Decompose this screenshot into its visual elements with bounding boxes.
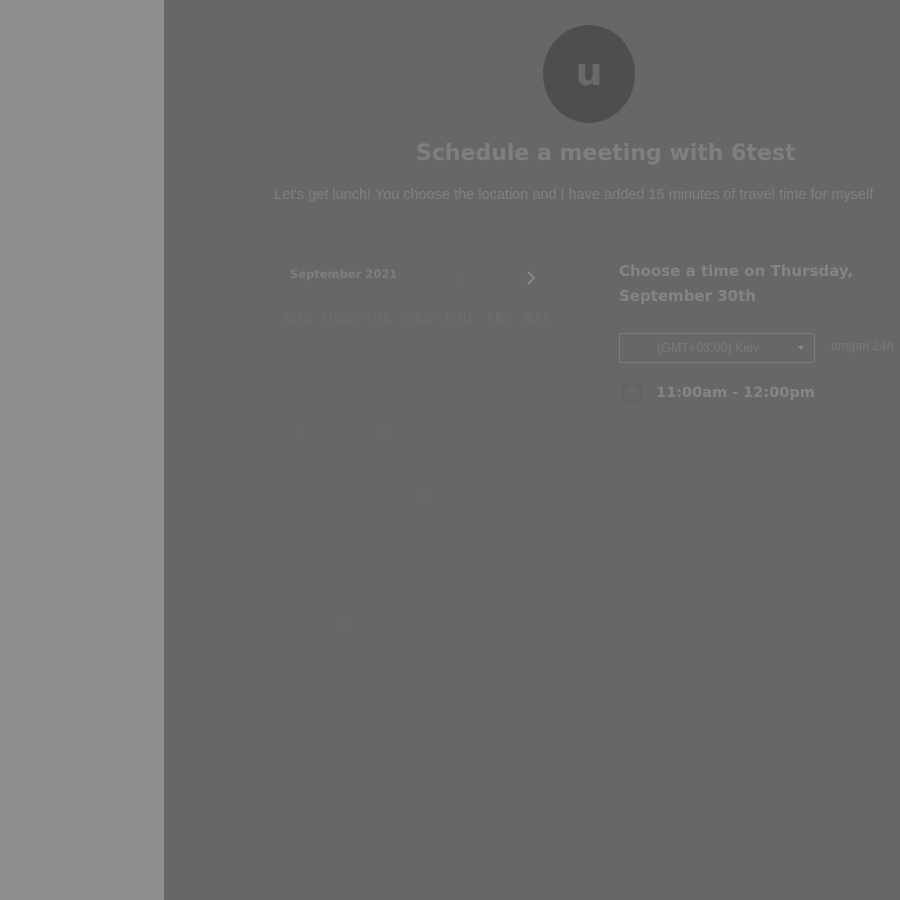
scheduling-page: u Schedule a meeting with 6test Let's ge… <box>164 0 900 900</box>
calendar-day[interactable]: 3 <box>364 426 404 441</box>
avatar-letter: u <box>575 50 603 94</box>
chevron-left-icon[interactable]: ‹ <box>454 268 468 288</box>
calendar-month-label: September 2021 <box>290 267 398 281</box>
calendar-day[interactable]: 12 <box>322 620 362 635</box>
weekday-label: FRI <box>487 312 509 327</box>
weekday-label: TUE <box>364 312 392 327</box>
weekday-label: SUN <box>283 312 313 327</box>
weekday-label: THU <box>443 312 473 327</box>
weekday-label: MON <box>321 312 355 327</box>
weekday-label: SAT <box>525 312 551 327</box>
radio-icon[interactable] <box>622 383 642 403</box>
chevron-right-icon[interactable] <box>523 268 539 288</box>
time-format-toggle[interactable]: am/pm 24h <box>831 339 894 353</box>
timezone-value: (GMT+03:00) Kiev <box>657 341 760 355</box>
sidebar <box>0 0 164 900</box>
calendar-day[interactable]: 1 <box>278 426 318 441</box>
time-slot-label: 11:00am - 12:00pm <box>656 385 815 401</box>
meeting-description: Let's get lunch! You choose the location… <box>274 187 874 203</box>
page-title: Schedule a meeting with 6test <box>416 141 796 166</box>
calendar-days-grid: 1 3 11 12 <box>278 350 560 670</box>
time-panel-heading: Choose a time on Thursday, September 30t… <box>619 262 854 305</box>
weekday-label: WED <box>401 312 435 327</box>
timezone-select[interactable]: (GMT+03:00) Kiev <box>619 333 815 363</box>
caret-down-icon <box>798 346 804 350</box>
calendar-weekday-header: SUN MON TUE WED THU FRI SAT <box>278 312 558 327</box>
time-slot[interactable]: 11:00am - 12:00pm <box>622 383 815 403</box>
calendar-day[interactable]: 11 <box>406 490 446 505</box>
avatar: u <box>543 25 635 123</box>
